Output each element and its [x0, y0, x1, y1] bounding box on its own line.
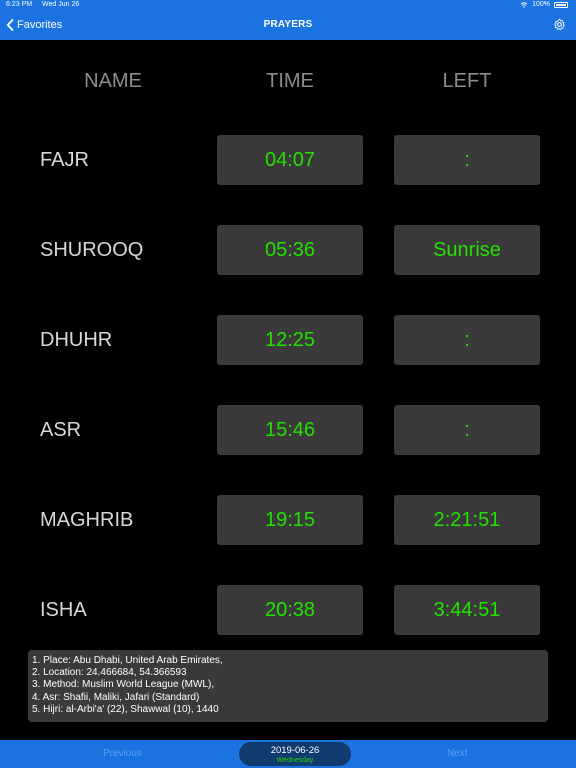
prayer-name-dhuhr: DHUHR — [40, 329, 113, 351]
prayer-time-asr: 15:46 — [217, 405, 363, 455]
column-header-time: TIME — [266, 70, 314, 92]
prayer-name-shurooq: SHUROOQ — [40, 239, 144, 261]
current-date: 2019-06-26 — [270, 745, 320, 756]
status-bar-right: 100% — [520, 1, 568, 8]
column-header-name: NAME — [84, 70, 142, 92]
bottom-bar: Previous 2019-06-26 Wednesday Next — [0, 740, 576, 768]
prayer-time-fajr: 04:07 — [217, 135, 363, 185]
prayer-time-dhuhr: 12:25 — [217, 315, 363, 365]
status-time: 6:23 PM — [6, 1, 33, 8]
status-date: Wed Jun 26 — [42, 1, 80, 8]
prayer-left-fajr: : — [394, 135, 540, 185]
prayer-left-dhuhr: : — [394, 315, 540, 365]
gear-icon[interactable] — [553, 18, 566, 31]
status-bar-left: 6:23 PM Wed Jun 26 — [6, 1, 87, 8]
info-line-place: 1. Place: Abu Dhabi, United Arab Emirate… — [32, 655, 223, 666]
page-title: PRAYERS — [263, 19, 313, 30]
prayer-name-isha: ISHA — [40, 599, 87, 621]
info-line-asr: 4. Asr: Shafii, Maliki, Jafari (Standard… — [32, 691, 200, 703]
prayer-time-shurooq: 05:36 — [217, 225, 363, 275]
info-line-location: 2. Location: 24.466684, 54.366593 — [32, 667, 187, 679]
prayer-time-isha: 20:38 — [217, 585, 363, 635]
column-header-left: LEFT — [442, 70, 492, 92]
prayer-left-isha: 3:44:51 — [394, 585, 540, 635]
prayer-time-maghrib: 19:15 — [217, 495, 363, 545]
current-weekday: Wednesday — [276, 757, 314, 764]
prayer-name-maghrib: MAGHRIB — [40, 509, 134, 531]
info-line-method: 3. Method: Muslim World League (MWL), — [32, 679, 215, 691]
previous-button[interactable]: Previous — [103, 748, 142, 759]
wifi-icon — [520, 1, 528, 8]
prayer-name-fajr: FAJR — [40, 149, 89, 171]
app-root: 6:23 PM Wed Jun 26 100% Favorites PRAYER… — [0, 0, 576, 768]
date-picker-button[interactable]: 2019-06-26 Wednesday — [239, 742, 351, 766]
prayer-name-asr: ASR — [40, 419, 82, 441]
prayer-left-asr: : — [394, 405, 540, 455]
info-box: 1. Place: Abu Dhabi, United Arab Emirate… — [28, 650, 548, 722]
top-bar: 6:23 PM Wed Jun 26 100% Favorites PRAYER… — [0, 0, 576, 40]
battery-percent: 100% — [532, 1, 550, 8]
prayer-left-maghrib: 2:21:51 — [394, 495, 540, 545]
next-button[interactable]: Next — [447, 748, 468, 759]
battery-icon — [554, 1, 568, 8]
info-line-hijri: 5. Hijri: al-Arbi'a' (22), Shawwal (10),… — [32, 703, 219, 715]
prayer-left-shurooq: Sunrise — [394, 225, 540, 275]
